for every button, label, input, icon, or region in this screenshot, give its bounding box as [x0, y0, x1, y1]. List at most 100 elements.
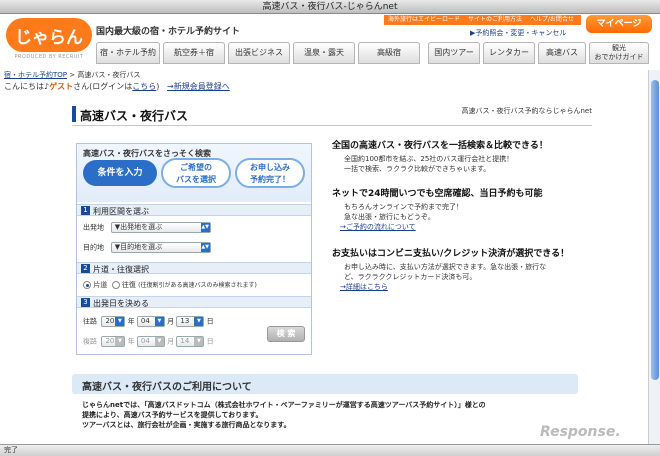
- logo-subtitle: PRODUCED BY RECRUIT: [14, 54, 84, 60]
- mypage-button[interactable]: マイページ: [586, 15, 652, 33]
- greeting-prefix: こんにちは♪: [4, 82, 50, 91]
- nav-rentacar[interactable]: レンタカー: [483, 42, 535, 64]
- window-titlebar: 高速バス・夜行バス-じゃらんnet: [0, 0, 660, 14]
- site-header: じゃらん PRODUCED BY RECRUIT 国内最大級の宿・ホテル予約サイ…: [0, 14, 660, 70]
- year-unit: 年: [127, 317, 135, 326]
- breadcrumb: 宿・ホテル予約TOP > 高速バス・夜行バス: [4, 70, 140, 80]
- usage-header: 高速バス・夜行バスのご利用について: [72, 374, 578, 394]
- return-date-row: 復路 20 ▼ 年 04 ▼ 月 14 ▼ 日: [83, 336, 214, 347]
- breadcrumb-separator: >: [67, 71, 78, 79]
- return-day-value: 14: [180, 337, 190, 345]
- feature-line: 全国約100都市を結ぶ、25社のバス運行会社と提携！: [344, 155, 514, 163]
- return-month-value: 04: [140, 337, 150, 345]
- nav-domestic-tour[interactable]: 国内ツアー: [428, 42, 480, 64]
- main-nav: 宿・ホテル予約 航空券＋宿 出張ビジネス 温泉・露天 高級宿 国内ツアー レンタ…: [96, 42, 656, 64]
- usage-line: 提携により、高速バス予約サービスを提供しております。: [82, 411, 263, 419]
- chevron-down-icon: ▼: [194, 337, 204, 346]
- trip-type-row: 片道 往復 (往復割引がある高速バスのみ検索されます): [83, 280, 257, 290]
- title-accent: [72, 106, 76, 122]
- chevron-down-icon: ▼: [115, 337, 125, 346]
- usage-line: じゃらんnetでは、「高速バスドットコム（株式会社ホワイト・ベアーファミリーが運…: [82, 401, 486, 409]
- logo-text: じゃらん: [15, 28, 83, 48]
- greeting-guest: ゲスト: [49, 82, 74, 91]
- to-select-value: ▼目的地を選ぶ: [114, 243, 163, 251]
- top-link-abroad[interactable]: 海外旅行はエイビーロード: [388, 16, 460, 23]
- to-label: 目的地: [83, 243, 104, 252]
- from-select-value: ▼出発地を選ぶ: [114, 223, 163, 231]
- section-route: 1 利用区間を選ぶ: [77, 204, 311, 216]
- vertical-scrollbar[interactable]: [648, 70, 660, 444]
- roundtrip-radio[interactable]: [111, 281, 120, 289]
- nav-air-hotel[interactable]: 航空券＋宿: [163, 42, 225, 64]
- feature-line: 一括で検索、ラクラク比較ができちゃいます。: [344, 165, 491, 173]
- nav-luxury[interactable]: 高級宿: [358, 42, 420, 64]
- page-title-bar: 高速バス・夜行バス 高速バス・夜行バス予約ならじゃらんnet: [72, 104, 592, 126]
- reservation-flow-link[interactable]: →ご予約の流れについて: [332, 223, 416, 231]
- outbound-date-row: 往路 20 ▼ 年 04 ▼ 月 13 ▼ 日: [83, 316, 214, 327]
- login-link[interactable]: こちら: [132, 82, 156, 91]
- roundtrip-note: (往復割引がある高速バスのみ検索されます): [138, 282, 257, 289]
- outbound-label: 往路: [83, 317, 97, 326]
- usage-text: じゃらんnetでは、「高速バスドットコム（株式会社ホワイト・ベアーファミリーが運…: [82, 400, 562, 430]
- oneway-label: 片道: [93, 281, 108, 289]
- chevron-down-icon: ▼: [194, 317, 204, 326]
- payment-details-link[interactable]: →詳細はこちら: [332, 283, 388, 291]
- day-unit: 日: [206, 337, 214, 346]
- day-unit: 日: [206, 317, 214, 326]
- feature-title: 全国の高速バス・夜行バスを一括検索＆比較できる！: [332, 141, 548, 151]
- to-row: 目的地 ▼目的地を選ぶ ▲▼: [83, 242, 211, 253]
- site-logo[interactable]: じゃらん PRODUCED BY RECRUIT: [6, 18, 92, 64]
- outbound-day-select[interactable]: 13 ▼: [176, 316, 205, 327]
- oneway-radio[interactable]: [83, 281, 91, 289]
- section-trip-type: 2 片道・往復選択: [77, 262, 311, 274]
- search-button[interactable]: 検 索: [267, 326, 305, 342]
- feature-line: 急な出張・旅行にもどうぞ。: [344, 213, 435, 221]
- register-link[interactable]: →新規会員登録へ: [167, 82, 230, 91]
- usage-line: ツアーバスとは、旅行会社が企画・実施する旅行商品となります。: [82, 421, 291, 429]
- nav-onsen[interactable]: 温泉・露天: [293, 42, 355, 64]
- feature-block-1: 全国の高速バス・夜行バスを一括検索＆比較できる！ 全国約100都市を結ぶ、25社…: [332, 138, 632, 174]
- status-bar: 完了: [0, 444, 660, 456]
- response-watermark: Response.: [540, 424, 621, 440]
- outbound-month-select[interactable]: 04 ▼: [136, 316, 165, 327]
- nav-business[interactable]: 出張ビジネス: [228, 42, 290, 64]
- chevron-down-icon: ▼: [154, 317, 164, 326]
- feature-line: もちろんオンラインで予約まで完了！: [344, 203, 463, 211]
- page-title: 高速バス・夜行バス: [80, 109, 189, 123]
- return-month-select[interactable]: 04 ▼: [136, 336, 165, 347]
- nav-sightseeing[interactable]: 観光 おでかけガイド: [589, 42, 649, 64]
- return-year-value: 20: [105, 337, 115, 345]
- return-day-select[interactable]: 14 ▼: [176, 336, 205, 347]
- greeting-mid: さん(ログインは: [73, 82, 133, 91]
- breadcrumb-home[interactable]: 宿・ホテル予約TOP: [4, 71, 67, 79]
- bus-search-form: 高速バス・夜行バスをさっそく検索 条件を入力 ご希望の バスを選択 お申し込み …: [76, 143, 312, 355]
- section-date-label: 出発日を決める: [93, 299, 149, 308]
- outbound-month-value: 04: [140, 317, 150, 325]
- outbound-year-select[interactable]: 20 ▼: [101, 316, 126, 327]
- site-tagline: 国内最大級の宿・ホテル予約サイト: [96, 27, 241, 37]
- chevron-down-icon: ▼: [115, 317, 125, 326]
- month-unit: 月: [167, 337, 175, 346]
- feature-block-3: お支払いはコンビニ支払い/クレジット決済が選択できる！ お申し込み時に、支払い方…: [332, 246, 632, 293]
- reservation-link[interactable]: ▶予約照会・変更・キャンセル: [470, 28, 566, 38]
- top-link-guide[interactable]: サイトのご利用方法: [468, 16, 522, 23]
- feature-title: お支払いはコンビニ支払い/クレジット決済が選択できる！: [332, 249, 570, 259]
- feature-line: ど、ラクラククレジットカード決済も可。: [344, 273, 477, 281]
- step-complete: お申し込み 予約完了！: [235, 158, 305, 188]
- return-year-select[interactable]: 20 ▼: [101, 336, 126, 347]
- chevron-down-icon: ▲▼: [200, 243, 210, 252]
- roundtrip-label: 往復: [121, 281, 136, 289]
- from-select[interactable]: ▼出発地を選ぶ ▲▼: [110, 222, 211, 233]
- scrollbar-thumb[interactable]: [651, 80, 659, 380]
- feature-line: お申し込み時に、支払い方法が選択できます。急な出張・旅行な: [344, 263, 547, 271]
- section-trip-label: 片道・往復選択: [93, 265, 149, 274]
- outbound-day-value: 13: [180, 317, 190, 325]
- nav-highway-bus[interactable]: 高速バス: [538, 42, 586, 64]
- chevron-down-icon: ▲▼: [200, 223, 210, 232]
- status-text: 完了: [4, 446, 18, 454]
- top-link-help[interactable]: ヘルプ/お問合せ: [530, 16, 574, 23]
- to-select[interactable]: ▼目的地を選ぶ ▲▼: [110, 242, 211, 253]
- nav-hotel[interactable]: 宿・ホテル予約: [96, 42, 160, 64]
- month-unit: 月: [167, 317, 175, 326]
- section-route-number: 1: [81, 206, 90, 215]
